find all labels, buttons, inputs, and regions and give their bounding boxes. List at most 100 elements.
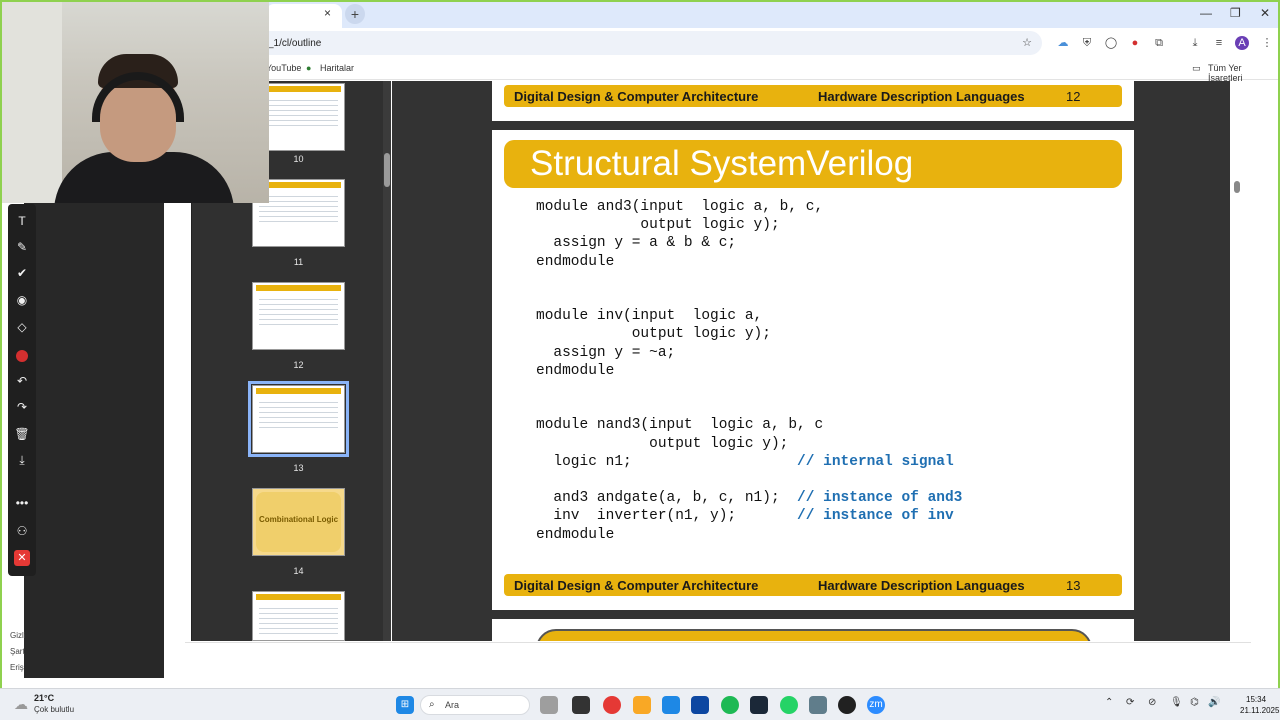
app-icon[interactable] bbox=[540, 696, 558, 714]
bookmark-youtube[interactable]: YouTube bbox=[266, 63, 301, 73]
volume-icon[interactable]: 🔊 bbox=[1208, 697, 1220, 708]
puzzle-icon[interactable]: ⧉ bbox=[1152, 36, 1166, 50]
slide-page-12: Digital Design & Computer Architecture H… bbox=[492, 81, 1134, 121]
code-line: module and3(input logic a, b, c, bbox=[536, 199, 824, 215]
code-line: output logic y); bbox=[536, 217, 780, 234]
extension-icon[interactable]: ◯ bbox=[1104, 36, 1118, 50]
side-text: Şart bbox=[10, 647, 25, 656]
menu-icon[interactable]: ⋮ bbox=[1260, 36, 1274, 50]
pen-icon[interactable]: ✎ bbox=[8, 240, 36, 254]
dark-panel bbox=[24, 203, 164, 678]
start-icon[interactable]: ⊞ bbox=[396, 696, 414, 714]
cloud-extension-icon[interactable]: ☁ bbox=[1056, 36, 1070, 50]
text-tool-icon[interactable]: T bbox=[8, 214, 36, 228]
eraser-icon[interactable]: ◇ bbox=[8, 320, 36, 334]
microphone-icon[interactable]: 🎙 bbox=[1170, 697, 1183, 708]
network-icon[interactable]: ⌬ bbox=[1190, 697, 1199, 708]
thumbnail-page-12[interactable] bbox=[252, 282, 345, 350]
taskbar-search[interactable]: ⌕ Ara bbox=[420, 695, 530, 715]
outlook-icon[interactable] bbox=[691, 696, 709, 714]
shield-extension-icon[interactable]: ⛨ bbox=[1080, 36, 1094, 50]
footer-course: Digital Design & Computer Architecture bbox=[514, 578, 759, 593]
tab-close-icon[interactable]: × bbox=[324, 6, 331, 20]
code-line: and3 andgate(a, b, c, n1); // instance o… bbox=[536, 490, 963, 507]
weather-temp[interactable]: 21°C bbox=[34, 693, 54, 703]
close-window-icon[interactable]: ✕ bbox=[1260, 6, 1270, 20]
check-icon[interactable]: ✔ bbox=[8, 266, 36, 280]
code-comment: // instance of inv bbox=[797, 508, 954, 525]
slide-footer: Digital Design & Computer Architecture H… bbox=[504, 574, 1122, 596]
color-picker-icon[interactable] bbox=[16, 350, 28, 362]
thumbnail-number: 14 bbox=[293, 566, 304, 576]
download-icon[interactable]: ⤓ bbox=[1188, 36, 1202, 50]
app-icon[interactable] bbox=[838, 696, 856, 714]
close-toolbar-icon[interactable]: ✕ bbox=[14, 550, 30, 566]
thumbnail-number: 12 bbox=[293, 360, 304, 370]
trash-icon[interactable]: 🗑 bbox=[8, 427, 36, 441]
thumbnail-page-15[interactable] bbox=[252, 591, 345, 641]
code-line: inv inverter(n1, y); // instance of inv bbox=[536, 508, 954, 525]
slide-title: Structural SystemVerilog bbox=[530, 144, 914, 183]
folder-icon: ▭ bbox=[1192, 63, 1201, 73]
weather-icon[interactable]: ☁ bbox=[12, 695, 30, 713]
taskview-icon[interactable] bbox=[572, 696, 590, 714]
spotify-icon[interactable] bbox=[721, 696, 739, 714]
undo-icon[interactable]: ↶ bbox=[8, 374, 36, 388]
taskbar: ☁ 21°C Çok bulutlu ⊞ ⌕ Ara zm ⌃ ⟳ ⊘ 🎙 ⌬ … bbox=[0, 688, 1280, 720]
zoom-icon[interactable]: zm bbox=[867, 696, 885, 714]
thumbnail-page-13[interactable] bbox=[248, 381, 349, 457]
code-block: module and3(input logic a, b, c, output … bbox=[536, 198, 962, 544]
slide-title-bar: Structural SystemVerilog bbox=[504, 140, 1122, 188]
bookmark-maps[interactable]: Haritalar bbox=[320, 63, 354, 73]
user-icon[interactable]: ⚇ bbox=[8, 524, 36, 538]
bookmark-star-icon[interactable]: ☆ bbox=[1020, 36, 1034, 50]
url-text[interactable]: _1/cl/outline bbox=[268, 38, 321, 49]
thumbnail-scrollbar[interactable] bbox=[383, 81, 391, 641]
code-line: logic n1; // internal signal bbox=[536, 453, 954, 470]
map-pin-icon: ● bbox=[306, 63, 312, 73]
clock-date[interactable]: 21.11.2025 bbox=[1240, 706, 1279, 715]
maximize-icon[interactable]: ❐ bbox=[1230, 6, 1241, 20]
thumbnail-number: 11 bbox=[293, 257, 304, 267]
explorer-icon[interactable] bbox=[633, 696, 651, 714]
minimize-icon[interactable]: — bbox=[1200, 6, 1212, 20]
chrome-icon[interactable] bbox=[603, 696, 621, 714]
new-tab-button[interactable]: + bbox=[345, 4, 365, 24]
slide-page-13: Structural SystemVerilog module and3(inp… bbox=[492, 130, 1134, 610]
footer-course: Digital Design & Computer Architecture bbox=[514, 89, 759, 104]
code-line: assign y = ~a; bbox=[536, 344, 676, 361]
document-scrollbar[interactable] bbox=[1230, 81, 1244, 641]
tray-icon[interactable]: ⟳ bbox=[1126, 697, 1134, 708]
code-line: endmodule bbox=[536, 253, 615, 270]
code-line: endmodule bbox=[536, 362, 615, 379]
code-comment: // instance of and3 bbox=[797, 490, 963, 507]
steam-icon[interactable] bbox=[750, 696, 768, 714]
more-icon[interactable]: ••• bbox=[8, 496, 36, 510]
footer-page-number: 12 bbox=[1066, 89, 1081, 104]
chevron-up-icon[interactable]: ⌃ bbox=[1105, 697, 1113, 708]
tray-icon[interactable]: ⊘ bbox=[1148, 697, 1156, 708]
thumbnail-text: Combinational Logic bbox=[258, 515, 339, 524]
search-label: Ara bbox=[445, 700, 460, 710]
horizontal-scrollbar[interactable] bbox=[185, 642, 1251, 656]
profile-avatar[interactable]: A bbox=[1235, 36, 1249, 50]
clock-time[interactable]: 15:34 bbox=[1246, 695, 1266, 704]
highlight-icon[interactable]: ◉ bbox=[8, 293, 36, 307]
all-bookmarks[interactable]: Tüm Yer İşaretleri bbox=[1208, 63, 1278, 83]
annotation-toolbar: T ✎ ✔ ◉ ◇ ↶ ↷ 🗑 ⤓ ••• ⚇ ✕ bbox=[8, 204, 36, 576]
download-tool-icon[interactable]: ⤓ bbox=[8, 453, 36, 468]
record-extension-icon[interactable]: ● bbox=[1128, 36, 1142, 50]
weather-desc[interactable]: Çok bulutlu bbox=[34, 705, 74, 714]
redo-icon[interactable]: ↷ bbox=[8, 400, 36, 414]
screen: × + — ❐ ✕ _1/cl/outline ☆ ☁ ⛨ ◯ ● ⧉ ⤓ ≡ … bbox=[2, 2, 1278, 688]
url-field[interactable] bbox=[252, 31, 1042, 55]
code-comment: // internal signal bbox=[797, 453, 954, 470]
thumbnail-page-14[interactable]: Combinational Logic bbox=[252, 488, 345, 556]
reading-list-icon[interactable]: ≡ bbox=[1212, 36, 1226, 50]
store-icon[interactable] bbox=[662, 696, 680, 714]
settings-icon[interactable] bbox=[809, 696, 827, 714]
whatsapp-icon[interactable] bbox=[780, 696, 798, 714]
